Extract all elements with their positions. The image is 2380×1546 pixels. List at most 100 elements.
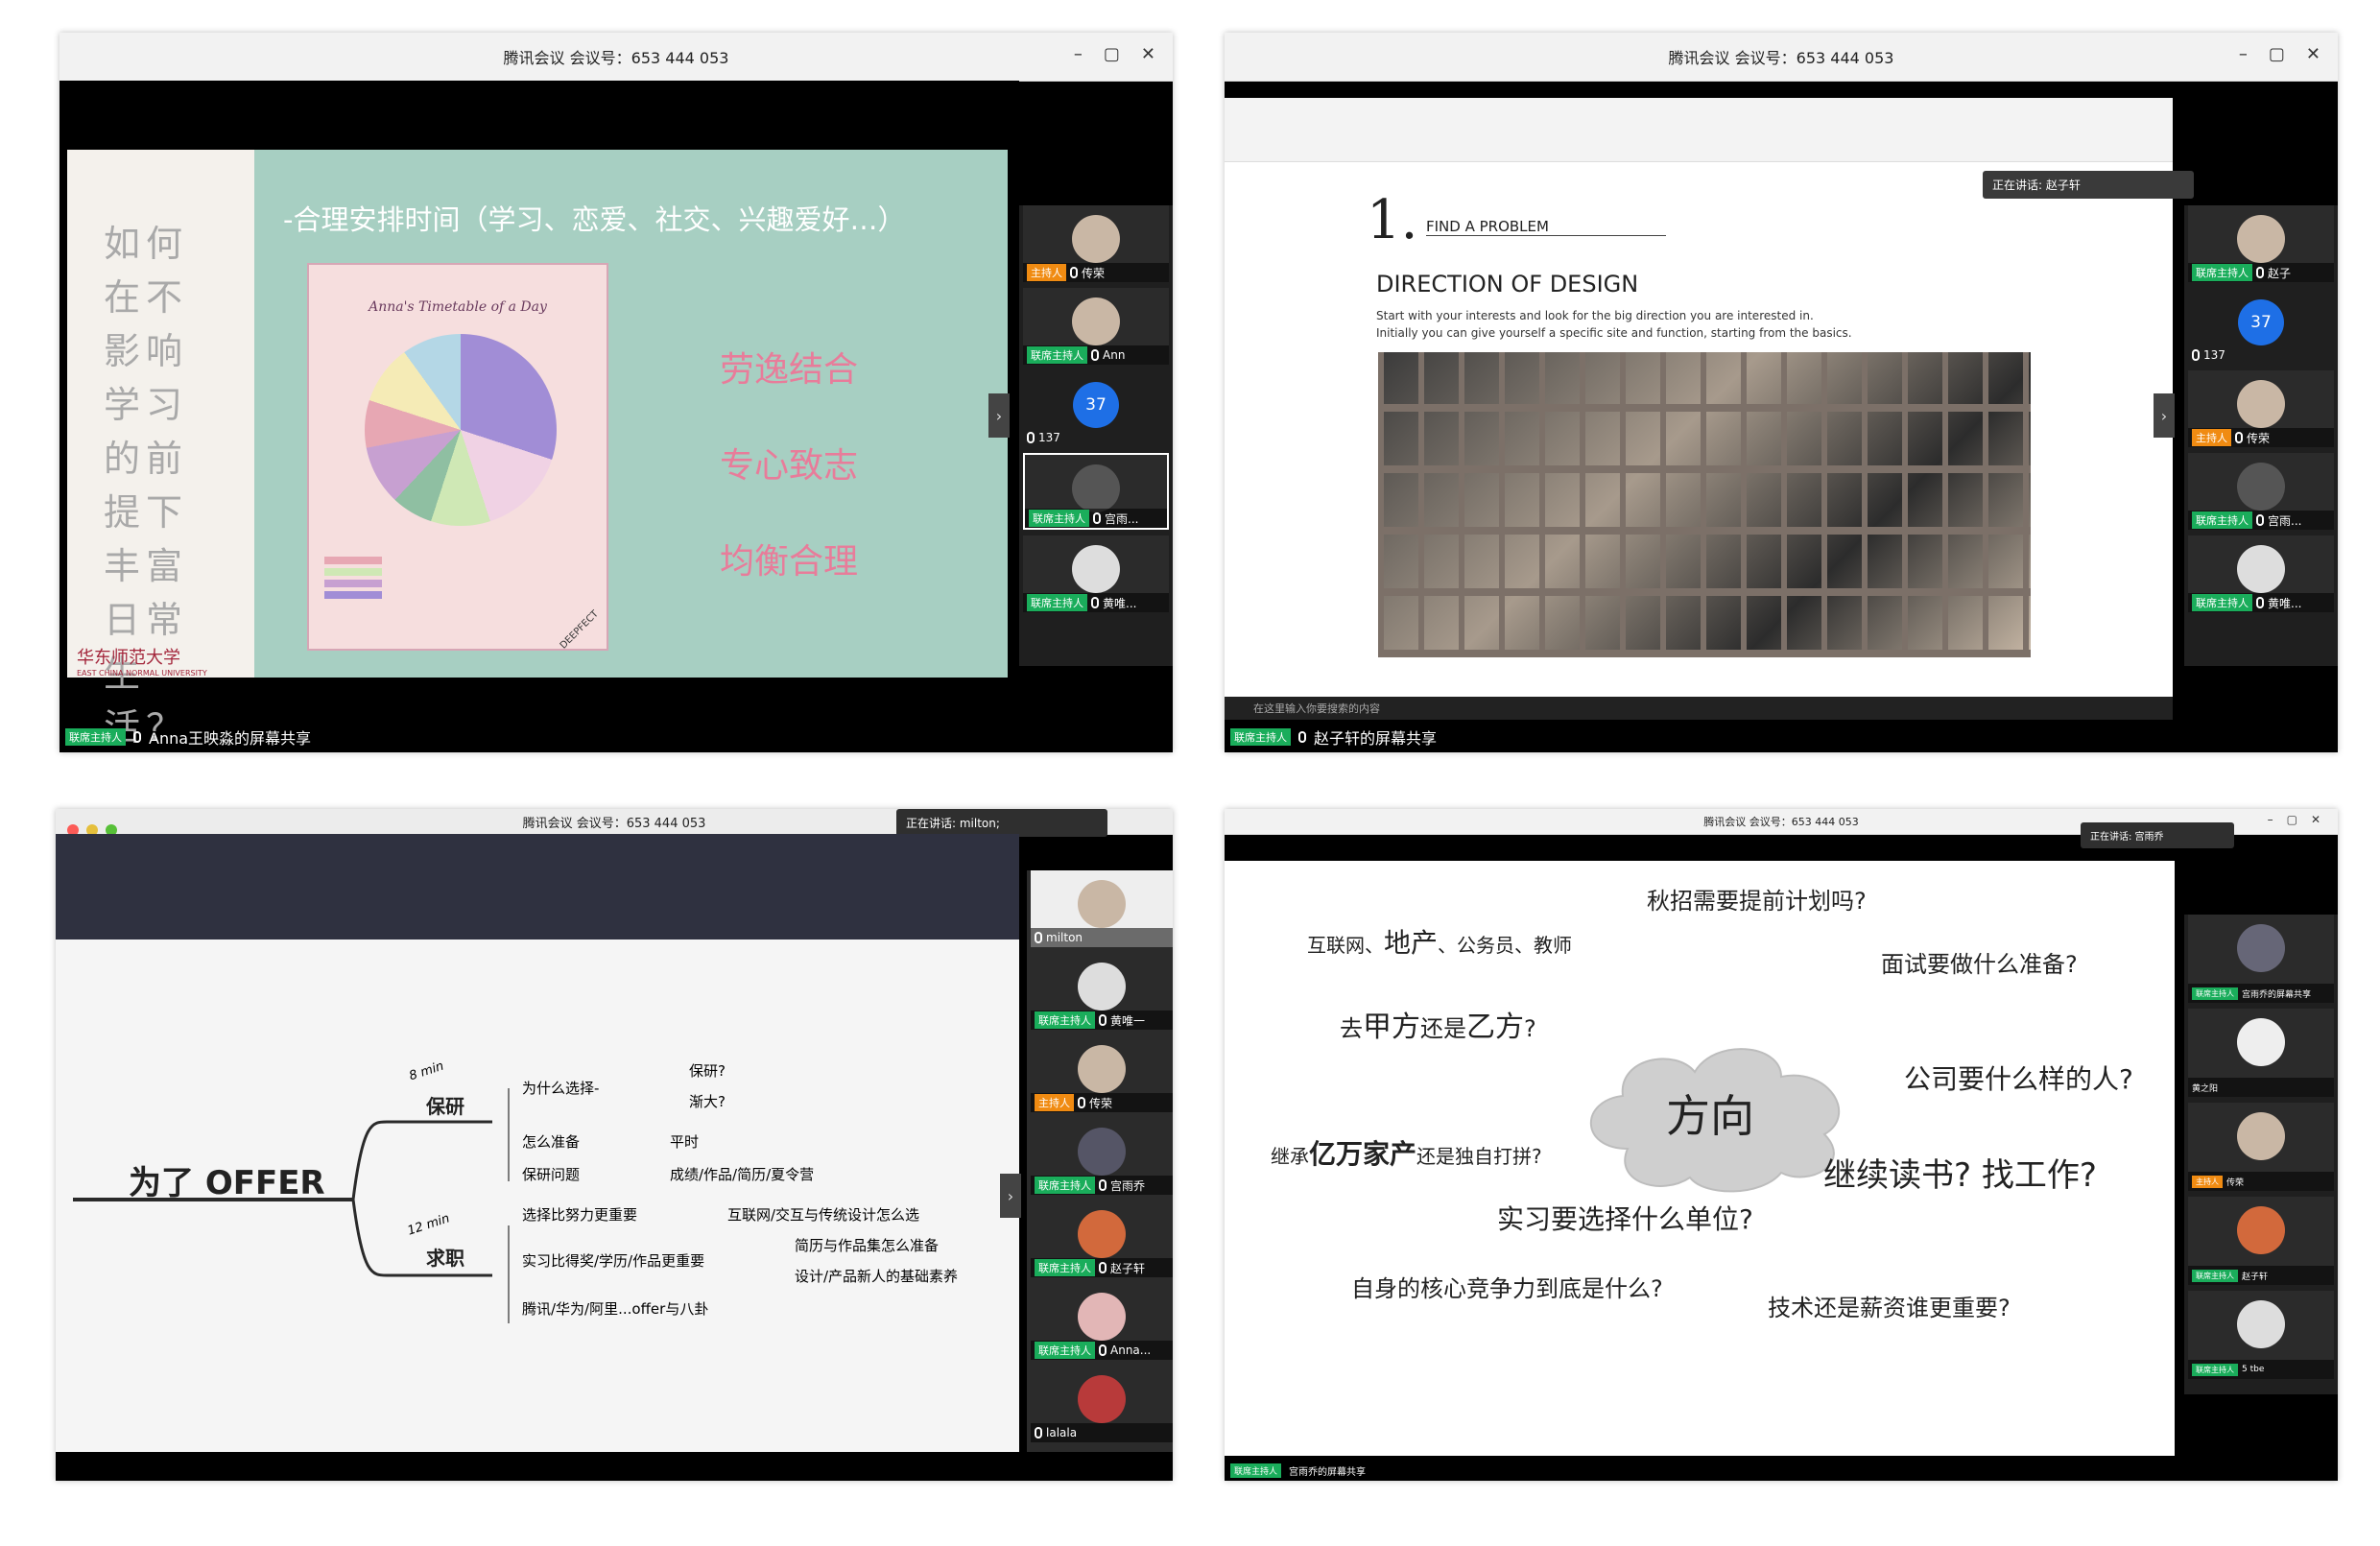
role-tag: 联席主持人 [2192,594,2252,611]
avatar [2237,463,2285,511]
participant-name: 宫雨... [1105,511,1139,526]
close-icon[interactable]: ✕ [2311,813,2320,826]
participant-tile[interactable]: 联席主持人 Ann [1023,288,1169,365]
mic-icon [1027,432,1035,443]
participant-tile[interactable]: 联席主持人 5 tbe [2188,1291,2334,1379]
participant-name: 5 tbe [2242,1365,2265,1374]
shared-screen: 方向 秋招需要提前计划吗? 互联网、地产、公务员、教师 面试要做什么准备? 去甲… [1225,861,2175,1456]
expand-arrow-icon[interactable]: › [1000,1174,1021,1218]
role-tag: 联席主持人 [2192,511,2252,529]
pdf-page: 1. FIND A PROBLEM DIRECTION OF DESIGN St… [1282,165,2107,691]
participant-tile[interactable]: 联席主持人 宫雨乔 [1031,1118,1173,1195]
expand-arrow-icon[interactable]: › [988,393,1010,438]
mind-map-node: 渐大? [689,1093,726,1110]
minimize-icon[interactable]: – [2239,44,2248,64]
shared-screen: 1. FIND A PROBLEM DIRECTION OF DESIGN St… [1225,98,2194,720]
participant-tile[interactable]: 联席主持人 赵子轩 [2188,1197,2334,1285]
participant-name: 宫雨... [2268,513,2302,528]
role-tag: 联席主持人 [1035,1011,1095,1029]
mic-icon [133,731,141,743]
question-inherit: 继承亿万家产还是独自打拼? [1271,1133,1542,1172]
participant-tile[interactable]: 主持人 传荣 [1031,1035,1173,1112]
participant-tile[interactable]: 37 137 [1023,370,1169,447]
mic-icon [2256,267,2264,278]
share-status-text: 赵子轩的屏幕共享 [1314,729,1438,748]
participant-name: 传荣 [2226,1177,2245,1188]
maximize-icon[interactable]: ▢ [1104,44,1120,64]
maximize-icon[interactable]: ▢ [2269,44,2285,64]
participant-tile[interactable]: 联席主持人 宫雨... [1023,453,1169,530]
window-title: 腾讯会议 会议号：653 444 053 [522,816,706,831]
role-tag: 联席主持人 [2192,264,2252,281]
slogan-1: 劳逸结合 [720,350,859,390]
participant-tile[interactable]: 黄之阳 [2188,1009,2334,1097]
participant-tile[interactable]: 主持人 传荣 [2188,370,2334,447]
mic-icon [1035,1427,1042,1439]
windows-taskbar: 在这里输入你要搜索的内容 [1225,697,2173,720]
participant-name: 赵子轩 [2242,1272,2269,1282]
mind-map-node: 选择比努力更重要 [522,1206,638,1224]
participant-tile[interactable]: 联席主持人 宫雨乔的屏幕共享 [2188,915,2334,1003]
participant-name: 137 [1038,431,1060,444]
meeting-window-4: 腾讯会议 会议号：653 444 053 – ▢ ✕ 正在讲话: 宫雨乔 方向 … [1225,809,2338,1481]
participant-tile[interactable]: 联席主持人 赵子 [2188,205,2334,282]
speaking-indicator: 正在讲话: milton; [896,809,1107,837]
step-label: FIND A PROBLEM [1426,218,1666,236]
close-icon[interactable]: ✕ [2306,44,2320,64]
body-line-2: Initially you can give yourself a specif… [1376,326,1852,340]
close-icon[interactable]: ✕ [1141,44,1155,64]
role-tag: 主持人 [1027,264,1066,281]
participant-tile[interactable]: 主持人 传荣 [1023,205,1169,282]
taskbar-search[interactable]: 在这里输入你要搜索的内容 [1253,701,1380,716]
role-tag: 联席主持人 [1029,510,1089,527]
question-core: 自身的核心竞争力到底是什么? [1351,1275,1663,1302]
participant-tile[interactable]: 联席主持人 黄唯... [2188,535,2334,612]
mic-icon [1099,1179,1107,1191]
question-text: 还是 [1420,1015,1466,1042]
timetable-legend [324,553,583,620]
university-logo: 华东师范大学 EAST CHINA NORMAL UNIVERSITY [77,644,250,678]
minimize-icon[interactable]: – [1074,44,1083,64]
question-text: 乙方 [1466,1011,1524,1044]
role-tag: 联席主持人 [2192,987,2238,1000]
title-bar[interactable]: 腾讯会议 会议号：653 444 053 – ▢ ✕ [1225,33,2338,82]
participant-tile[interactable]: 主持人 传荣 [2188,1103,2334,1191]
meeting-window-3: 腾讯会议 会议号：653 444 053 正在讲话: milton; 为了 OF… [56,809,1173,1481]
participant-tile[interactable]: 37 137 [2188,288,2334,365]
count-badge: 37 [2238,299,2284,345]
industry-text: 、公务员、教师 [1438,934,1573,957]
participant-tile[interactable]: lalala [1031,1366,1173,1442]
title-bar[interactable]: 腾讯会议 会议号：653 444 053 – ▢ ✕ [60,33,1173,82]
mic-icon [1099,1344,1107,1356]
mind-map-node: 为什么选择- [522,1080,600,1097]
mic-icon [1099,1014,1107,1026]
mic-icon [2235,432,2243,443]
mind-map-node: 实习比得奖/学历/作品更重要 [522,1252,705,1270]
maximize-icon[interactable]: ▢ [2287,813,2297,826]
participant-tile[interactable]: 联席主持人 黄唯一 [1031,953,1173,1030]
industry-text: 地产 [1384,927,1439,959]
mic-icon [1093,512,1101,524]
participant-name: 传荣 [2247,431,2271,445]
mind-map-node: 互联网/交互与传统设计怎么选 [727,1206,920,1224]
mind-map-node: 腾讯/华为/阿里...offer与八卦 [522,1300,709,1318]
participant-tile[interactable]: 联席主持人 Anna... [1031,1283,1173,1360]
participant-tile[interactable]: 联席主持人 黄唯... [1023,535,1169,612]
expand-arrow-icon[interactable]: › [2154,393,2175,438]
avatar [1078,963,1126,1011]
body-line-1: Start with your interests and look for t… [1376,309,1814,322]
minimize-icon[interactable]: – [2268,813,2273,826]
role-tag: 联席主持人 [2192,1363,2238,1376]
industry-text: 互联网、 [1307,934,1384,957]
question-tech: 技术还是薪资谁更重要? [1768,1295,2011,1321]
avatar [2237,380,2285,428]
mic-icon [2256,597,2264,608]
participant-list: 联席主持人 宫雨乔的屏幕共享 黄之阳 主持人 传荣 联席主持人 赵子轩 联席主持人 5 … [2184,915,2338,1394]
participant-tile[interactable]: 联席主持人 赵子轩 [1031,1201,1173,1277]
avatar [2237,215,2285,263]
participant-tile[interactable]: 联席主持人 宫雨... [2188,453,2334,530]
reference-image-grid [1378,352,2031,657]
avatar [1072,545,1120,593]
participant-tile[interactable]: milton [1031,870,1173,947]
shared-screen: 如何在不影响学习的前提下丰富日常生活？ 华东师范大学 EAST CHINA NO… [60,81,1019,749]
